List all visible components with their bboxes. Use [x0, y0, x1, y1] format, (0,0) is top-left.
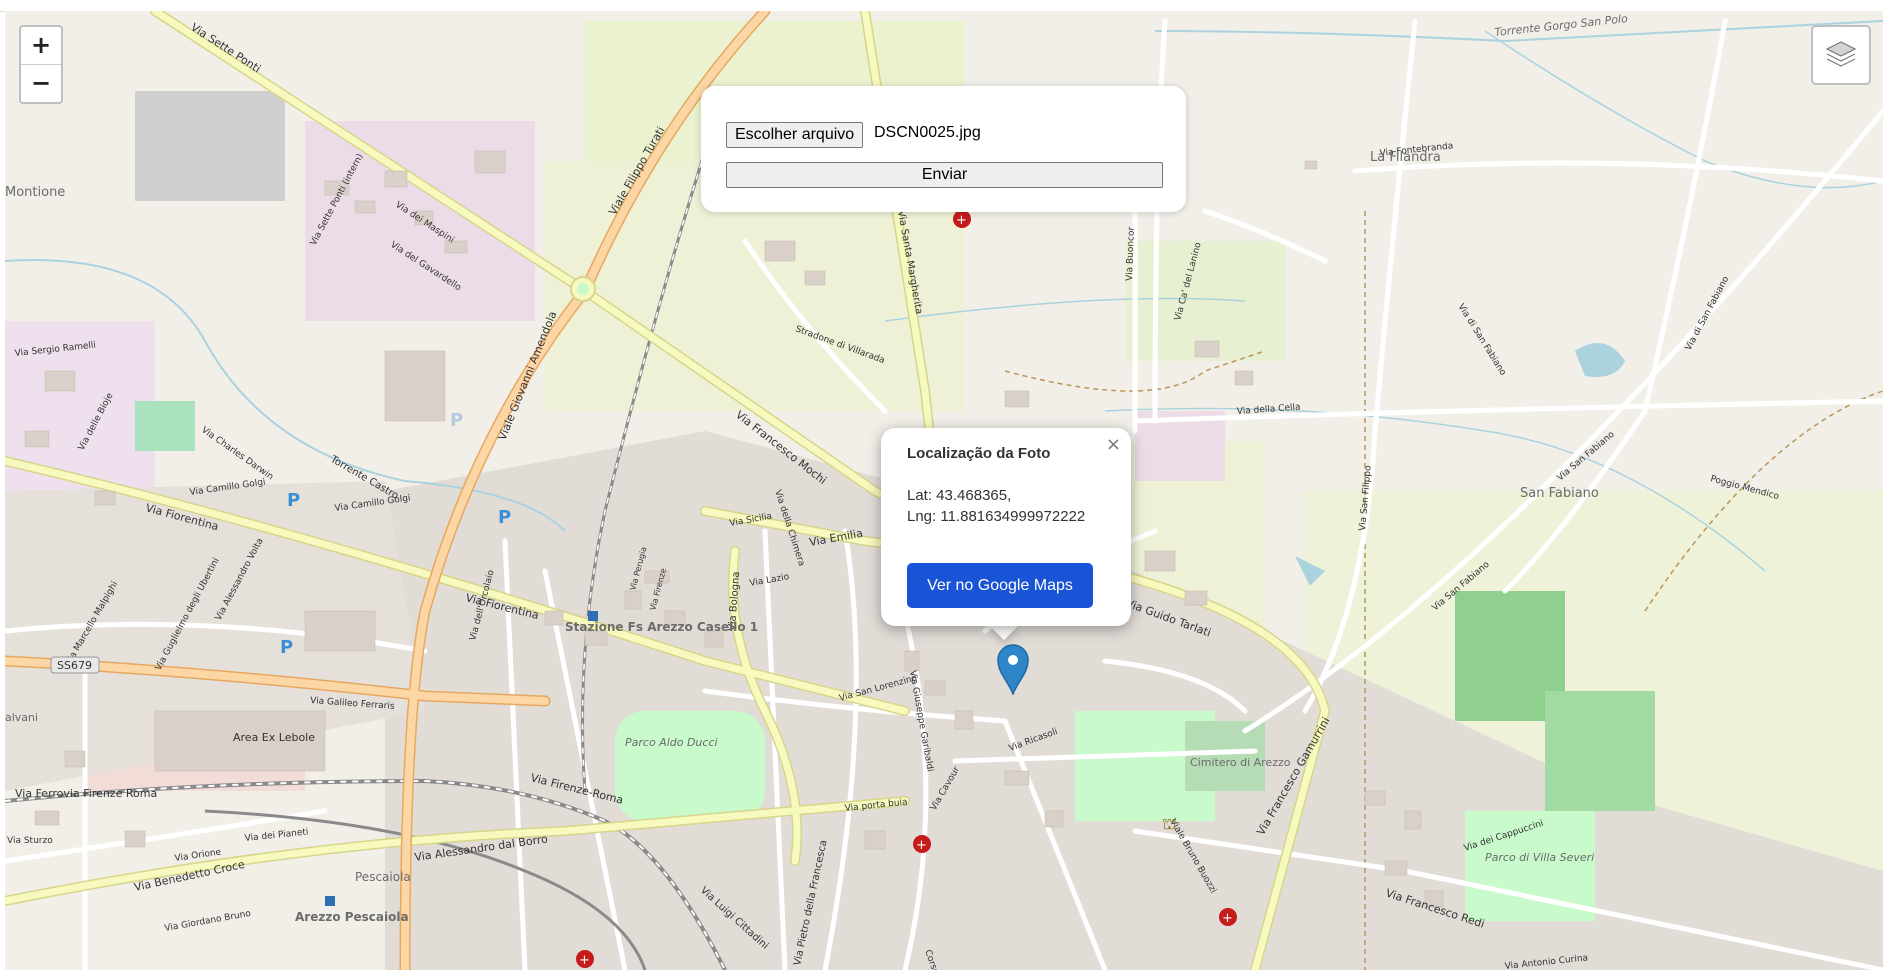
parking-icon: P — [287, 490, 300, 511]
selected-file-name: DSCN0025.jpg — [874, 124, 981, 141]
pharmacy-icon: + — [576, 950, 594, 968]
layers-button[interactable] — [1811, 25, 1871, 85]
sports-area — [135, 401, 195, 451]
station-label-arezzo: Stazione Fs Arezzo Casello 1 — [565, 620, 758, 634]
parking-icon: P — [498, 507, 511, 528]
choose-file-button[interactable]: Escolher arquivo — [726, 122, 864, 148]
train-station-icon — [325, 896, 335, 906]
upload-panel: Escolher arquivo DSCN0025.jpg Enviar — [701, 86, 1186, 212]
pharmacy-icon: + — [913, 835, 931, 853]
latitude-text: Lat: 43.468365, — [907, 487, 1012, 504]
place-label-aldo-ducci: Parco Aldo Ducci — [625, 736, 718, 749]
pond — [1575, 343, 1625, 377]
parking-icon: P — [450, 410, 463, 431]
street-label: Via di San Fabiano — [1455, 302, 1507, 378]
place-label-la-filandra: La Filandra — [1370, 150, 1441, 165]
layers-icon — [1825, 41, 1857, 67]
vineyard-area — [1545, 691, 1655, 811]
parking-icon: P — [280, 637, 293, 658]
park-aldo-ducci — [615, 711, 765, 821]
street-label: Via Sturzo — [7, 836, 53, 846]
roundabout-center — [577, 283, 589, 295]
popup-title: Localização da Foto — [907, 445, 1051, 462]
longitude-text: Lng: 11.881634999972222 — [907, 508, 1086, 525]
location-marker-icon[interactable] — [996, 643, 1030, 695]
street-label: Via Charles Darwin — [199, 425, 275, 482]
place-label-pescaiola: Pescaiola — [355, 870, 411, 884]
send-button[interactable]: Enviar — [726, 162, 1163, 188]
street-label: Via Ferrovia Firenze Roma — [15, 787, 157, 800]
google-maps-button[interactable]: Ver no Google Maps — [907, 563, 1093, 608]
road-shield-label: SS679 — [57, 659, 92, 672]
train-station-icon — [588, 611, 598, 621]
zoom-out-button[interactable]: − — [21, 64, 61, 102]
pharmacy-icon: + — [1219, 908, 1237, 926]
viewpoint-icon: ⛫ — [1162, 814, 1177, 833]
place-label-alvani: alvani — [5, 711, 38, 724]
street-label: Via Buoncor — [1125, 226, 1137, 281]
station-label-pescaiola: Arezzo Pescaiola — [295, 910, 409, 924]
area-label: Area Ex Lebole — [233, 731, 315, 744]
svg-text:+: + — [579, 953, 590, 968]
place-label-san-fabiano: San Fabiano — [1520, 486, 1599, 501]
zoom-in-button[interactable]: + — [21, 27, 61, 64]
place-label-cimitero: Cimitero di Arezzo — [1190, 756, 1291, 769]
place-label-villa-severi: Parco di Villa Severi — [1485, 851, 1594, 864]
zoom-control: + − — [19, 25, 63, 104]
photo-location-popup: × Localização da Foto Lat: 43.468365, Ln… — [881, 428, 1131, 626]
close-icon[interactable]: × — [1106, 434, 1121, 455]
place-label-montione: Montione — [5, 185, 65, 200]
svg-text:+: + — [916, 838, 927, 853]
svg-text:+: + — [956, 213, 967, 228]
street-label: Via Sette Ponti — [188, 21, 263, 76]
street-label: Via San Fabiano — [1556, 429, 1618, 483]
street-label: Via dei Pianeti — [244, 827, 309, 844]
street-label: Via di San Fabiano — [1684, 274, 1732, 352]
street-label: Via Giordano Bruno — [164, 909, 252, 934]
quarry-area — [135, 91, 285, 201]
pharmacy-icon: + — [953, 210, 971, 228]
svg-text:+: + — [1222, 911, 1233, 926]
